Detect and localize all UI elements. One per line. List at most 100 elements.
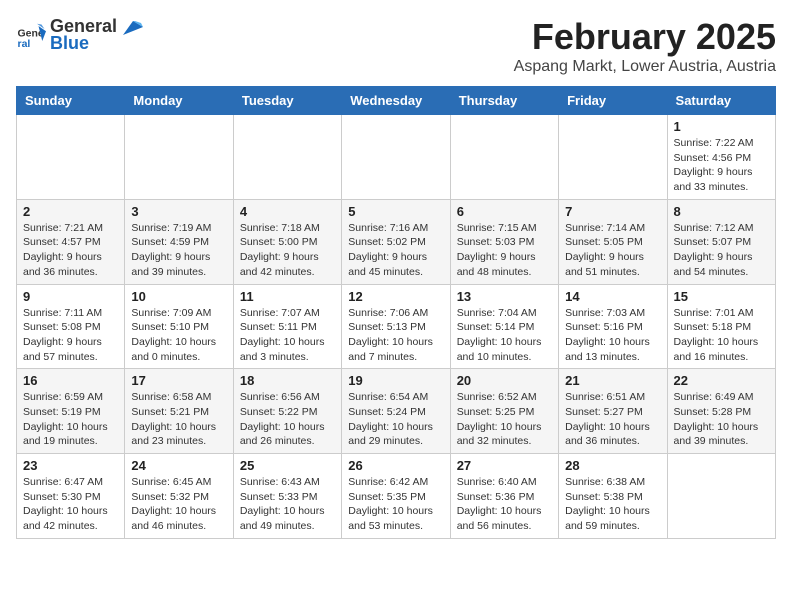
day-number: 28 bbox=[565, 458, 660, 473]
calendar-cell: 25 Sunrise: 6:43 AM Sunset: 5:33 PM Dayli… bbox=[233, 454, 341, 539]
day-number: 18 bbox=[240, 373, 335, 388]
calendar-cell: 16 Sunrise: 6:59 AM Sunset: 5:19 PM Dayli… bbox=[17, 369, 125, 454]
day-number: 6 bbox=[457, 204, 552, 219]
day-info: Sunrise: 7:15 AM Sunset: 5:03 PM Dayligh… bbox=[457, 221, 552, 280]
calendar-cell: 7 Sunrise: 7:14 AM Sunset: 5:05 PM Daylig… bbox=[559, 199, 667, 284]
day-info: Sunrise: 7:06 AM Sunset: 5:13 PM Dayligh… bbox=[348, 306, 443, 365]
calendar-cell bbox=[667, 454, 775, 539]
calendar-cell: 21 Sunrise: 6:51 AM Sunset: 5:27 PM Dayli… bbox=[559, 369, 667, 454]
day-number: 27 bbox=[457, 458, 552, 473]
day-number: 19 bbox=[348, 373, 443, 388]
logo-wordmark: General Blue bbox=[50, 16, 143, 54]
day-info: Sunrise: 6:51 AM Sunset: 5:27 PM Dayligh… bbox=[565, 390, 660, 449]
day-info: Sunrise: 7:01 AM Sunset: 5:18 PM Dayligh… bbox=[674, 306, 769, 365]
calendar-cell: 12 Sunrise: 7:06 AM Sunset: 5:13 PM Dayli… bbox=[342, 284, 450, 369]
day-number: 26 bbox=[348, 458, 443, 473]
day-number: 3 bbox=[131, 204, 226, 219]
calendar-cell: 6 Sunrise: 7:15 AM Sunset: 5:03 PM Daylig… bbox=[450, 199, 558, 284]
day-number: 10 bbox=[131, 289, 226, 304]
calendar-cell: 20Sunrise: 6:52 AM Sunset: 5:25 PM Dayli… bbox=[450, 369, 558, 454]
day-info: Sunrise: 7:03 AM Sunset: 5:16 PM Dayligh… bbox=[565, 306, 660, 365]
calendar-cell: 13 Sunrise: 7:04 AM Sunset: 5:14 PM Dayli… bbox=[450, 284, 558, 369]
calendar-cell: 2 Sunrise: 7:21 AM Sunset: 4:57 PM Daylig… bbox=[17, 199, 125, 284]
calendar-cell bbox=[450, 115, 558, 200]
calendar-cell: 9 Sunrise: 7:11 AM Sunset: 5:08 PM Daylig… bbox=[17, 284, 125, 369]
calendar-cell: 11 Sunrise: 7:07 AM Sunset: 5:11 PM Dayli… bbox=[233, 284, 341, 369]
logo: Gene ral General Blue bbox=[16, 16, 143, 54]
weekday-header-row: SundayMondayTuesdayWednesdayThursdayFrid… bbox=[17, 87, 776, 115]
day-number: 21 bbox=[565, 373, 660, 388]
day-info: Sunrise: 7:14 AM Sunset: 5:05 PM Dayligh… bbox=[565, 221, 660, 280]
svg-text:ral: ral bbox=[18, 38, 31, 50]
calendar-cell: 5Sunrise: 7:16 AM Sunset: 5:02 PM Daylig… bbox=[342, 199, 450, 284]
day-info: Sunrise: 6:49 AM Sunset: 5:28 PM Dayligh… bbox=[674, 390, 769, 449]
calendar-cell bbox=[342, 115, 450, 200]
calendar-week-row: 23Sunrise: 6:47 AM Sunset: 5:30 PM Dayli… bbox=[17, 454, 776, 539]
calendar-table: SundayMondayTuesdayWednesdayThursdayFrid… bbox=[16, 86, 776, 539]
day-number: 25 bbox=[240, 458, 335, 473]
day-info: Sunrise: 7:11 AM Sunset: 5:08 PM Dayligh… bbox=[23, 306, 118, 365]
day-number: 7 bbox=[565, 204, 660, 219]
calendar-cell: 28Sunrise: 6:38 AM Sunset: 5:38 PM Dayli… bbox=[559, 454, 667, 539]
day-info: Sunrise: 6:59 AM Sunset: 5:19 PM Dayligh… bbox=[23, 390, 118, 449]
day-number: 4 bbox=[240, 204, 335, 219]
day-number: 11 bbox=[240, 289, 335, 304]
calendar-week-row: 2 Sunrise: 7:21 AM Sunset: 4:57 PM Daylig… bbox=[17, 199, 776, 284]
calendar-cell: 24 Sunrise: 6:45 AM Sunset: 5:32 PM Dayli… bbox=[125, 454, 233, 539]
day-number: 2 bbox=[23, 204, 118, 219]
weekday-header-tuesday: Tuesday bbox=[233, 87, 341, 115]
day-info: Sunrise: 6:42 AM Sunset: 5:35 PM Dayligh… bbox=[348, 475, 443, 534]
logo-icon: Gene ral bbox=[16, 20, 46, 50]
calendar-cell bbox=[559, 115, 667, 200]
calendar-cell: 8Sunrise: 7:12 AM Sunset: 5:07 PM Daylig… bbox=[667, 199, 775, 284]
day-info: Sunrise: 6:58 AM Sunset: 5:21 PM Dayligh… bbox=[131, 390, 226, 449]
calendar-cell: 4 Sunrise: 7:18 AM Sunset: 5:00 PM Daylig… bbox=[233, 199, 341, 284]
logo-bird-icon bbox=[123, 21, 143, 35]
day-info: Sunrise: 6:47 AM Sunset: 5:30 PM Dayligh… bbox=[23, 475, 118, 534]
day-info: Sunrise: 6:45 AM Sunset: 5:32 PM Dayligh… bbox=[131, 475, 226, 534]
day-info: Sunrise: 7:09 AM Sunset: 5:10 PM Dayligh… bbox=[131, 306, 226, 365]
day-number: 8 bbox=[674, 204, 769, 219]
day-info: Sunrise: 7:07 AM Sunset: 5:11 PM Dayligh… bbox=[240, 306, 335, 365]
day-number: 20 bbox=[457, 373, 552, 388]
day-number: 16 bbox=[23, 373, 118, 388]
calendar-week-row: 1 Sunrise: 7:22 AM Sunset: 4:56 PM Daylig… bbox=[17, 115, 776, 200]
day-info: Sunrise: 6:56 AM Sunset: 5:22 PM Dayligh… bbox=[240, 390, 335, 449]
location-subtitle: Aspang Markt, Lower Austria, Austria bbox=[514, 58, 776, 76]
calendar-cell: 3 Sunrise: 7:19 AM Sunset: 4:59 PM Daylig… bbox=[125, 199, 233, 284]
calendar-cell: 1 Sunrise: 7:22 AM Sunset: 4:56 PM Daylig… bbox=[667, 115, 775, 200]
calendar-cell: 17 Sunrise: 6:58 AM Sunset: 5:21 PM Dayli… bbox=[125, 369, 233, 454]
day-info: Sunrise: 7:22 AM Sunset: 4:56 PM Dayligh… bbox=[674, 136, 769, 195]
day-number: 22 bbox=[674, 373, 769, 388]
calendar-cell: 18 Sunrise: 6:56 AM Sunset: 5:22 PM Dayli… bbox=[233, 369, 341, 454]
day-number: 5 bbox=[348, 204, 443, 219]
calendar-cell bbox=[17, 115, 125, 200]
day-number: 15 bbox=[674, 289, 769, 304]
calendar-cell: 26 Sunrise: 6:42 AM Sunset: 5:35 PM Dayli… bbox=[342, 454, 450, 539]
calendar-cell: 19Sunrise: 6:54 AM Sunset: 5:24 PM Dayli… bbox=[342, 369, 450, 454]
weekday-header-saturday: Saturday bbox=[667, 87, 775, 115]
day-number: 9 bbox=[23, 289, 118, 304]
day-number: 24 bbox=[131, 458, 226, 473]
calendar-title-area: February 2025 Aspang Markt, Lower Austri… bbox=[514, 16, 776, 76]
calendar-cell bbox=[125, 115, 233, 200]
calendar-week-row: 16 Sunrise: 6:59 AM Sunset: 5:19 PM Dayli… bbox=[17, 369, 776, 454]
calendar-week-row: 9 Sunrise: 7:11 AM Sunset: 5:08 PM Daylig… bbox=[17, 284, 776, 369]
calendar-cell: 23Sunrise: 6:47 AM Sunset: 5:30 PM Dayli… bbox=[17, 454, 125, 539]
day-number: 17 bbox=[131, 373, 226, 388]
calendar-cell bbox=[233, 115, 341, 200]
day-info: Sunrise: 6:43 AM Sunset: 5:33 PM Dayligh… bbox=[240, 475, 335, 534]
day-number: 13 bbox=[457, 289, 552, 304]
day-info: Sunrise: 6:40 AM Sunset: 5:36 PM Dayligh… bbox=[457, 475, 552, 534]
day-info: Sunrise: 7:04 AM Sunset: 5:14 PM Dayligh… bbox=[457, 306, 552, 365]
calendar-cell: 14 Sunrise: 7:03 AM Sunset: 5:16 PM Dayli… bbox=[559, 284, 667, 369]
day-info: Sunrise: 7:19 AM Sunset: 4:59 PM Dayligh… bbox=[131, 221, 226, 280]
weekday-header-friday: Friday bbox=[559, 87, 667, 115]
calendar-cell: 27 Sunrise: 6:40 AM Sunset: 5:36 PM Dayli… bbox=[450, 454, 558, 539]
day-info: Sunrise: 7:21 AM Sunset: 4:57 PM Dayligh… bbox=[23, 221, 118, 280]
day-number: 14 bbox=[565, 289, 660, 304]
day-number: 1 bbox=[674, 119, 769, 134]
calendar-cell: 15 Sunrise: 7:01 AM Sunset: 5:18 PM Dayli… bbox=[667, 284, 775, 369]
day-info: Sunrise: 7:18 AM Sunset: 5:00 PM Dayligh… bbox=[240, 221, 335, 280]
day-number: 12 bbox=[348, 289, 443, 304]
